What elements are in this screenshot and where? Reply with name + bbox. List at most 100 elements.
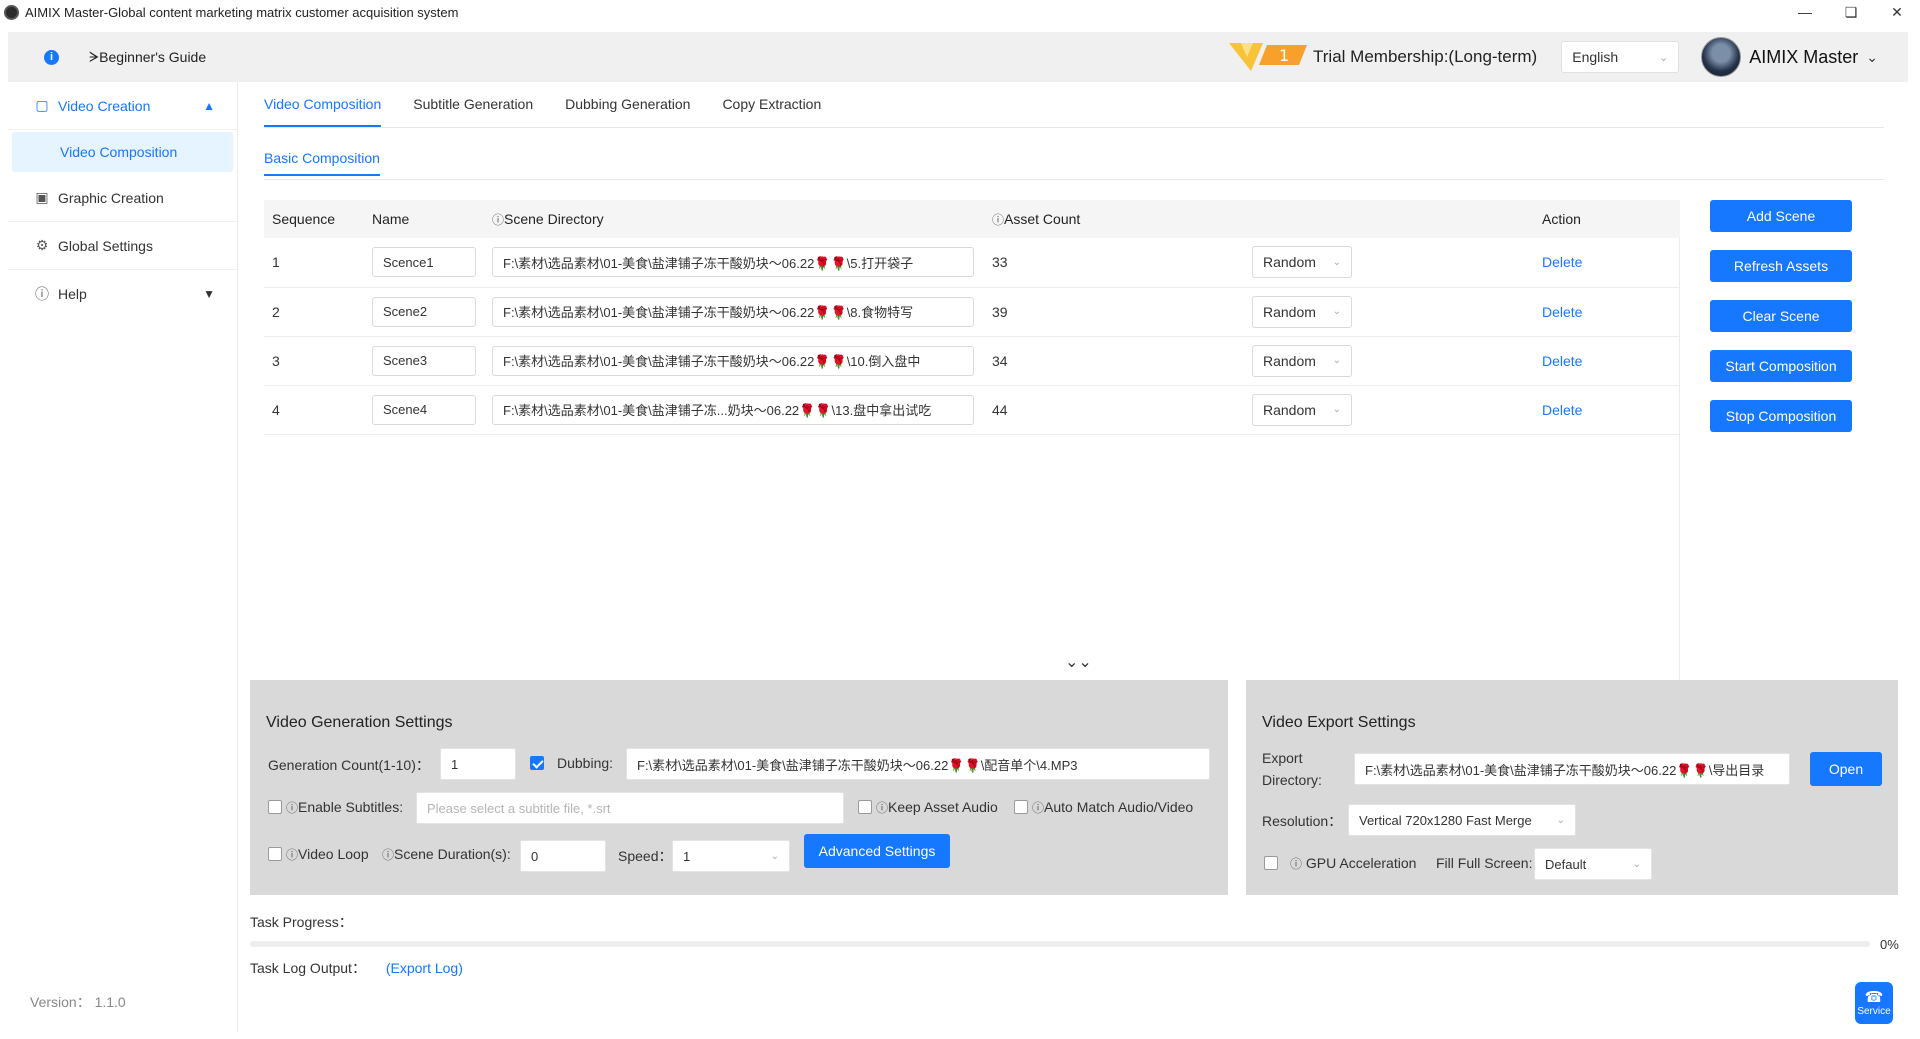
sidebar-item-help[interactable]: ⓘ Help ▼ (8, 270, 237, 318)
col-mode (1244, 200, 1534, 238)
mode-select[interactable]: Random ⌄ (1252, 393, 1352, 426)
asset-count: 34 (984, 336, 1244, 386)
mode-select[interactable]: Random ⌄ (1252, 344, 1352, 377)
chevron-down-icon: ⌄ (1332, 404, 1341, 415)
info-icon[interactable]: i (44, 49, 59, 65)
delete-link[interactable]: Delete (1542, 254, 1582, 270)
fill-full-screen-select[interactable]: Default ⌄ (1534, 848, 1652, 880)
scene-name-input[interactable]: Scene2 (372, 296, 476, 327)
question-icon: ⓘ (286, 801, 299, 815)
help-icon: ⓘ (35, 286, 49, 302)
advanced-settings-button[interactable]: Advanced Settings (804, 834, 950, 868)
start-composition-button[interactable]: Start Composition (1710, 350, 1852, 382)
enable-subtitles-checkbox[interactable] (268, 800, 282, 814)
col-sequence: Sequence (264, 200, 364, 238)
auto-match-checkbox[interactable] (1014, 800, 1028, 814)
chevron-up-icon: ▲ (203, 98, 215, 113)
resolution-select-value: Vertical 720x1280 Fast Merge (1359, 812, 1532, 828)
video-export-settings-panel: Video Export Settings Export Directory: … (1246, 680, 1898, 895)
restore-icon[interactable]: ❏ (1828, 0, 1874, 24)
dubbing-path-input[interactable]: F:\素材\选品素材\01-美食\盐津铺子冻干酸奶块～06.22🌹🌹\配音单个\… (626, 748, 1210, 780)
col-action: Action (1534, 200, 1680, 238)
sidebar-item-label: Graphic Creation (58, 189, 164, 206)
generation-count-input[interactable]: 1 (440, 748, 516, 780)
scene-directory-input[interactable]: F:\素材\选品素材\01-美食\盐津铺子冻干酸奶块～06.22🌹🌹\10.倒入… (492, 345, 974, 376)
panel-title: Video Export Settings (1262, 714, 1416, 731)
chevron-down-icon: ⌄ (1556, 814, 1565, 826)
question-icon: ⓘ (1290, 857, 1303, 871)
col-asset-count: ⓘAsset Count (984, 200, 1244, 238)
asset-count: 33 (984, 238, 1244, 288)
close-icon[interactable]: ✕ (1874, 0, 1920, 24)
gpu-acceleration-checkbox[interactable] (1264, 856, 1278, 870)
panel-title: Video Generation Settings (266, 714, 453, 731)
export-directory-label-1: Export (1262, 750, 1303, 766)
sidebar-item-global-settings[interactable]: ⚙ Global Settings (8, 222, 237, 270)
app-window: AIMIX Master-Global content marketing ma… (0, 0, 1920, 1039)
stop-composition-button[interactable]: Stop Composition (1710, 400, 1852, 432)
scene-duration-input[interactable]: 0 (520, 840, 606, 872)
keep-asset-audio-label: ⓘKeep Asset Audio (876, 799, 998, 815)
export-directory-input[interactable]: F:\素材\选品素材\01-美食\盐津铺子冻干酸奶块～06.22🌹🌹\导出目录 (1354, 753, 1790, 785)
add-scene-button[interactable]: Add Scene (1710, 200, 1852, 232)
asset-count: 39 (984, 287, 1244, 337)
beginners-guide-link[interactable]: ᗒBeginner's Guide (89, 49, 206, 66)
question-icon: ⓘ (876, 801, 889, 815)
video-loop-checkbox[interactable] (268, 847, 282, 861)
video-loop-label: ⓘVideo Loop (286, 846, 369, 862)
table-row: 4 Scene4 F:\素材\选品素材\01-美食\盐津铺子冻...奶块～06.… (264, 385, 1680, 435)
main-content: Video Composition Subtitle Generation Du… (264, 82, 1884, 680)
asset-count: 44 (984, 385, 1244, 435)
clear-scene-button[interactable]: Clear Scene (1710, 300, 1852, 332)
speed-select[interactable]: 1 ⌄ (672, 840, 790, 872)
delete-link[interactable]: Delete (1542, 304, 1582, 320)
membership-status: Trial Membership:(Long-term) (1313, 47, 1538, 66)
scene-name-input[interactable]: Scence1 (372, 247, 476, 278)
scene-directory-input[interactable]: F:\素材\选品素材\01-美食\盐津铺子冻干酸奶块～06.22🌹🌹\5.打开袋… (492, 247, 974, 278)
refresh-assets-button[interactable]: Refresh Assets (1710, 250, 1852, 282)
scene-name-input[interactable]: Scene3 (372, 345, 476, 376)
mode-select-value: Random (1263, 303, 1316, 320)
speed-label: Speed： (618, 848, 673, 864)
language-select[interactable]: English ⌄ (1561, 41, 1680, 73)
export-log-link[interactable]: (Export Log) (386, 960, 463, 976)
language-value: English (1572, 49, 1619, 65)
scene-directory-input[interactable]: F:\素材\选品素材\01-美食\盐津铺子冻...奶块～06.22🌹🌹\13.盘… (492, 394, 974, 425)
delete-link[interactable]: Delete (1542, 402, 1582, 418)
question-icon: ⓘ (286, 848, 299, 862)
mode-select[interactable]: Random ⌄ (1252, 246, 1352, 279)
sidebar-item-video-creation[interactable]: ▢ Video Creation ▲ (8, 82, 237, 130)
collapse-double-chevron-icon[interactable]: ⌄⌄ (1065, 652, 1092, 672)
service-button[interactable]: ☎ Service (1855, 982, 1893, 1024)
chevron-down-icon[interactable]: ⌄ (1866, 49, 1878, 66)
headset-icon: ☎ (1864, 988, 1884, 1006)
window-controls: — ❏ ✕ (1782, 0, 1920, 24)
open-button[interactable]: Open (1810, 752, 1882, 786)
tab-copy-extraction[interactable]: Copy Extraction (722, 82, 821, 127)
subtab-basic-composition[interactable]: Basic Composition (264, 150, 380, 176)
scene-table: Sequence Name ⓘScene Directory ⓘAsset Co… (264, 200, 1680, 435)
tab-subtitle-generation[interactable]: Subtitle Generation (413, 82, 533, 127)
scene-name-input[interactable]: Scene4 (372, 394, 476, 425)
avatar[interactable] (1701, 37, 1742, 77)
sidebar-item-graphic-creation[interactable]: ▣ Graphic Creation (8, 174, 237, 222)
subtab-bar: Basic Composition (264, 150, 1884, 180)
tab-video-composition[interactable]: Video Composition (264, 82, 382, 127)
subtitle-file-input[interactable]: Please select a subtitle file, *.srt (416, 792, 844, 824)
window-title: AIMIX Master-Global content marketing ma… (25, 4, 459, 20)
task-log-label: Task Log Output： (250, 960, 366, 976)
tab-dubbing-generation[interactable]: Dubbing Generation (565, 82, 690, 127)
user-name[interactable]: AIMIX Master (1749, 47, 1858, 68)
row-sequence: 2 (264, 287, 364, 337)
col-name: Name (364, 200, 484, 238)
keep-asset-audio-checkbox[interactable] (858, 800, 872, 814)
minimize-icon[interactable]: — (1782, 0, 1828, 24)
delete-link[interactable]: Delete (1542, 353, 1582, 369)
scene-directory-input[interactable]: F:\素材\选品素材\01-美食\盐津铺子冻干酸奶块～06.22🌹🌹\8.食物特… (492, 296, 974, 327)
dubbing-checkbox[interactable] (530, 756, 544, 770)
resolution-select[interactable]: Vertical 720x1280 Fast Merge ⌄ (1348, 804, 1576, 836)
title-bar: AIMIX Master-Global content marketing ma… (0, 0, 1920, 24)
sidebar-item-video-composition[interactable]: Video Composition (12, 132, 233, 172)
video-icon: ▢ (35, 97, 49, 113)
mode-select[interactable]: Random ⌄ (1252, 295, 1352, 328)
